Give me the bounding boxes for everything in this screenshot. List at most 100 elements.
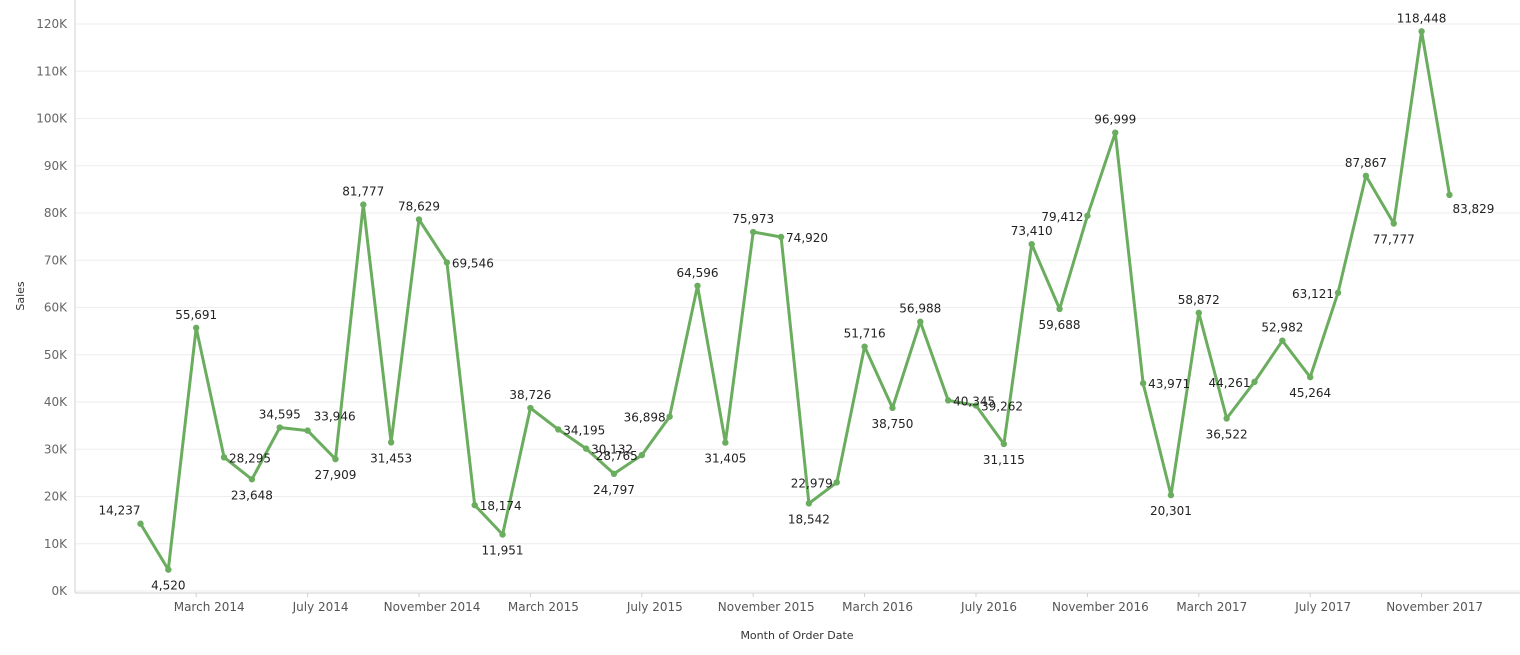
x-tick-label: November 2017	[1386, 600, 1483, 614]
y-tick-label: 50K	[44, 348, 68, 362]
y-tick-label: 80K	[44, 206, 68, 220]
data-labels: 14,237 4,520 55,691 28,295 23,648 34,595 27,90…	[99, 11, 1495, 592]
data-point	[944, 397, 952, 404]
data-point	[1195, 309, 1203, 317]
data-label: 18,542	[788, 512, 830, 526]
data-point	[1362, 172, 1370, 180]
data-point	[1000, 440, 1008, 448]
data-label: 55,691	[175, 308, 217, 322]
data-point	[248, 476, 256, 483]
data-label: 23,648	[231, 488, 273, 502]
data-label: 79,412	[1041, 210, 1083, 224]
data-point	[1446, 191, 1453, 199]
data-label: 22,979	[791, 476, 833, 490]
x-tick-label: July 2016	[960, 600, 1017, 614]
x-tick-label: November 2014	[384, 600, 481, 614]
data-point	[1112, 129, 1119, 136]
data-label: 75,973	[732, 212, 774, 226]
data-label: 36,522	[1206, 427, 1248, 441]
y-tick-label: 40K	[44, 395, 68, 409]
data-point	[360, 201, 367, 208]
data-label: 52,982	[1261, 321, 1303, 335]
data-point	[1390, 220, 1397, 227]
gridlines	[75, 23, 1520, 592]
y-tick-label: 120K	[36, 17, 68, 31]
chart-canvas: 0K 10K 20K 30K 40K 50K 60K 70K 80K 90K 100K 110K 120…	[14, 0, 1520, 642]
data-point	[471, 501, 478, 509]
data-point	[917, 318, 924, 325]
data-point	[777, 233, 785, 241]
y-tick-label: 10K	[44, 537, 68, 551]
x-tick-label: November 2016	[1052, 600, 1149, 614]
data-label: 64,596	[677, 266, 719, 280]
y-tick-label: 70K	[44, 253, 68, 267]
data-label: 78,629	[398, 199, 440, 213]
data-point	[1334, 289, 1342, 296]
data-point	[722, 439, 729, 446]
data-label: 36,898	[624, 411, 666, 425]
data-label: 39,262	[981, 399, 1023, 413]
data-point	[1418, 28, 1425, 35]
data-label: 59,688	[1039, 318, 1081, 332]
data-label: 24,797	[593, 483, 635, 497]
x-tick-label: July 2014	[292, 600, 349, 614]
data-point	[1084, 212, 1091, 219]
y-axis-ticks: 0K 10K 20K 30K 40K 50K 60K 70K 80K 90K 100K 110K 120…	[36, 17, 68, 598]
x-tick-label: March 2017	[1176, 600, 1247, 614]
data-point	[165, 566, 172, 573]
data-point	[666, 413, 673, 420]
data-label: 51,716	[844, 327, 886, 341]
data-label: 31,405	[704, 452, 746, 466]
data-label: 34,195	[563, 423, 605, 437]
data-point	[1279, 337, 1286, 344]
data-point	[332, 455, 339, 463]
data-label: 28,765	[596, 449, 638, 463]
x-axis-ticks: March 2014 July 2014 November 2014 March 20…	[174, 593, 1483, 614]
data-point	[638, 451, 645, 459]
data-label: 38,726	[509, 388, 551, 402]
data-label: 87,867	[1345, 156, 1387, 170]
data-label: 58,872	[1178, 293, 1220, 307]
y-tick-label: 30K	[44, 442, 68, 456]
data-point	[1167, 491, 1175, 499]
y-tick-label: 60K	[44, 301, 68, 315]
data-point	[555, 426, 562, 433]
data-point	[220, 454, 228, 461]
line-chart: 0K 10K 20K 30K 40K 50K 60K 70K 80K 90K 100K 110K 120…	[0, 0, 1520, 651]
data-point	[527, 404, 534, 412]
data-label: 11,951	[482, 544, 524, 558]
data-label: 4,520	[151, 579, 185, 593]
data-point	[694, 282, 701, 289]
data-point	[750, 228, 757, 236]
data-point	[833, 479, 840, 486]
data-label: 44,261	[1209, 376, 1251, 390]
data-point	[304, 427, 311, 434]
data-label: 74,920	[786, 231, 828, 245]
y-tick-label: 90K	[44, 159, 68, 173]
data-point	[805, 500, 813, 507]
data-label: 81,777	[342, 185, 384, 199]
data-label: 96,999	[1094, 113, 1136, 127]
data-label: 45,264	[1289, 386, 1331, 400]
data-point	[610, 470, 618, 478]
sales-series	[137, 28, 1453, 573]
data-point	[443, 259, 451, 266]
data-point	[276, 424, 283, 431]
data-label: 20,301	[1150, 504, 1192, 518]
data-point	[1307, 373, 1314, 381]
x-tick-label: March 2014	[174, 600, 245, 614]
data-label: 77,777	[1373, 233, 1415, 247]
y-tick-label: 20K	[44, 490, 68, 504]
data-point	[415, 216, 423, 223]
data-label: 56,988	[899, 302, 941, 316]
data-point	[499, 531, 506, 538]
x-tick-label: November 2015	[718, 600, 815, 614]
data-label: 63,121	[1292, 287, 1334, 301]
x-tick-label: March 2015	[508, 600, 579, 614]
data-label: 14,237	[99, 504, 141, 518]
data-label: 27,909	[314, 468, 356, 482]
data-label: 83,829	[1452, 202, 1494, 216]
data-point	[193, 324, 200, 332]
x-tick-label: July 2017	[1294, 600, 1351, 614]
data-label: 69,546	[452, 256, 494, 270]
